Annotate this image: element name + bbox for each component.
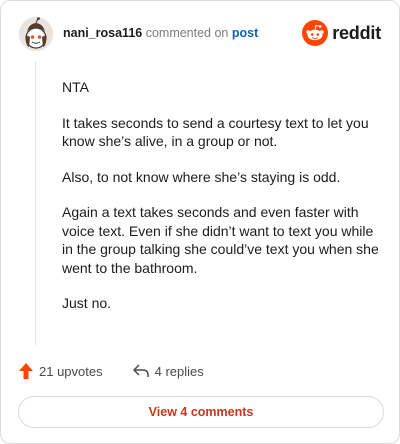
upvote-arrow-icon — [19, 363, 33, 379]
reddit-snoo-icon — [302, 20, 329, 46]
comment-header: nani_rosa116 commented on post reddit — [19, 17, 381, 51]
reply-arrow-icon — [132, 364, 149, 377]
reply-count: 4 replies — [154, 363, 204, 379]
reddit-wordmark: reddit — [332, 22, 381, 43]
upvote-button[interactable]: 21 upvotes — [19, 363, 103, 379]
reddit-logo[interactable]: reddit — [302, 19, 381, 47]
thread-line — [35, 61, 36, 345]
comment-card: nani_rosa116 commented on post reddit NT… — [0, 0, 400, 444]
snoo-avatar-icon[interactable] — [19, 17, 53, 51]
comment-paragraph: It takes seconds to send a courtesy text… — [62, 114, 369, 150]
view-comments-button[interactable]: View 4 comments — [18, 396, 384, 428]
upvote-count: 21 upvotes — [39, 363, 103, 379]
comment-paragraph: NTA — [62, 79, 89, 95]
post-link[interactable]: post — [232, 26, 258, 40]
username-link[interactable]: nani_rosa116 — [63, 26, 142, 40]
comment-actions: 21 upvotes 4 replies — [19, 361, 234, 381]
comment-body: NTA It takes seconds to send a courtesy … — [62, 78, 380, 330]
byline-action-text: commented on — [145, 26, 229, 40]
comment-paragraph: Just no. — [62, 295, 112, 311]
replies-button[interactable]: 4 replies — [132, 363, 204, 379]
byline: nani_rosa116 commented on post — [63, 26, 258, 40]
comment-paragraph: Again a text takes seconds and even fast… — [62, 204, 379, 276]
comment-paragraph: Also, to not know where she’s staying is… — [62, 168, 341, 185]
